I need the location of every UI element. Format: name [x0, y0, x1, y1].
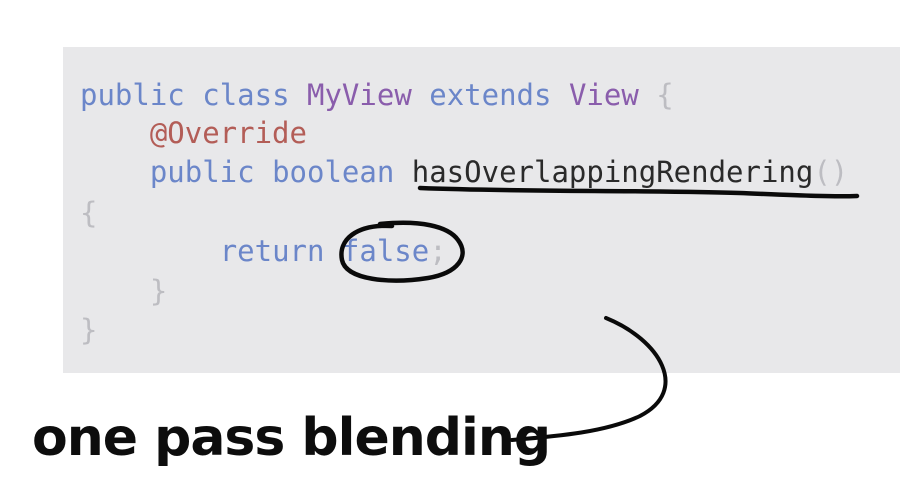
- handwritten-caption: one pass blending: [32, 408, 551, 468]
- semicolon: ;: [429, 234, 447, 268]
- keyword-public: public: [80, 78, 185, 112]
- return-value: false: [341, 234, 430, 268]
- code-line-7: }: [80, 311, 97, 349]
- method-name: hasOverlappingRendering: [411, 155, 814, 189]
- keyword-extends: extends: [429, 78, 552, 112]
- method-parens: (): [813, 155, 849, 189]
- code-line-6: }: [80, 272, 167, 310]
- open-brace: {: [80, 196, 98, 230]
- code-line-3: public boolean hasOverlappingRendering(): [80, 153, 848, 191]
- class-name: MyView: [307, 78, 412, 112]
- close-brace: }: [149, 274, 168, 308]
- keyword-boolean: boolean: [272, 155, 395, 189]
- code-line-4: {: [80, 194, 97, 232]
- code-line-5: return false;: [80, 232, 447, 270]
- keyword-public: public: [149, 155, 255, 189]
- parent-class-name: View: [568, 78, 639, 112]
- code-line-2: @Override: [80, 114, 307, 152]
- close-brace: }: [80, 313, 98, 347]
- slide: public class MyView extends View { @Over…: [0, 0, 900, 494]
- keyword-return: return: [219, 234, 325, 268]
- annotation: @Override: [149, 116, 307, 150]
- code-line-1: public class MyView extends View {: [80, 76, 674, 114]
- open-brace: {: [656, 78, 674, 112]
- keyword-class: class: [202, 78, 290, 112]
